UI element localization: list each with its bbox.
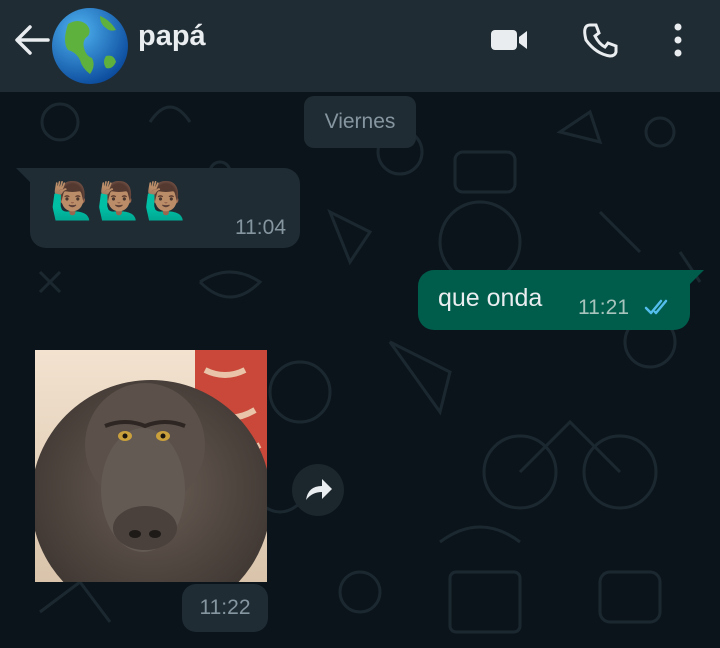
more-options-icon[interactable] — [670, 20, 686, 60]
read-ticks-icon — [644, 299, 668, 315]
message-time: 11:04 — [235, 216, 286, 239]
message-text: que onda — [438, 284, 543, 312]
date-divider: Viernes — [304, 96, 416, 148]
bubble-tail — [688, 270, 704, 286]
message-emoji: 🙋🏽‍♂️🙋🏽‍♂️🙋🏽‍♂️ — [50, 180, 191, 221]
forward-icon — [306, 479, 332, 500]
video-call-icon[interactable] — [489, 26, 529, 54]
message-time: 11:21 — [578, 296, 629, 319]
phone-icon[interactable] — [582, 22, 618, 58]
contact-name[interactable]: papá — [138, 20, 206, 53]
globe-avatar-icon — [52, 8, 128, 84]
image-message-time: 11:22 — [182, 584, 268, 632]
avatar[interactable] — [50, 6, 130, 86]
image-message[interactable] — [35, 350, 267, 582]
outgoing-message[interactable]: que onda 11:21 — [418, 270, 704, 330]
chat-header: papá — [0, 0, 720, 92]
forward-button[interactable] — [292, 464, 344, 516]
incoming-message[interactable]: 🙋🏽‍♂️🙋🏽‍♂️🙋🏽‍♂️ 11:04 — [16, 168, 300, 248]
back-arrow-icon[interactable] — [14, 24, 50, 56]
baboon-photo — [35, 350, 267, 582]
bubble-tail — [16, 168, 32, 184]
